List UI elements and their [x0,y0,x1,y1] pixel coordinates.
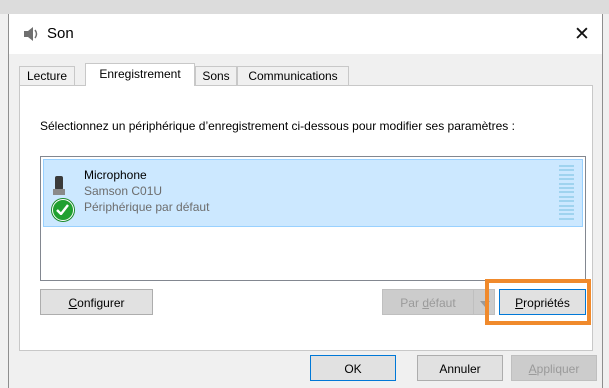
checkmark-icon [52,199,74,221]
level-segment [559,195,574,198]
level-segment [559,165,574,167]
mnemonic: d [422,296,429,310]
device-status: Périphérique par défaut [84,200,210,214]
level-segment [559,169,574,172]
tab-enregistrement[interactable]: Enregistrement [85,63,195,86]
close-button[interactable]: ✕ [568,20,596,48]
level-segment [559,178,574,181]
button-label: ropriétés [523,296,570,310]
background-window-strip [0,0,609,14]
device-model: Samson C01U [84,184,163,198]
tab-lecture[interactable]: Lecture [19,66,75,86]
tab-panel: Sélectionnez un périphérique d’enregistr… [19,85,593,351]
mnemonic: C [68,296,78,310]
apply-button[interactable]: Appliquer [511,355,597,381]
tab-label: Communications [248,69,338,83]
level-segment [559,209,574,212]
device-name: Microphone [84,168,147,182]
level-segment [559,182,574,185]
speaker-icon [24,27,38,41]
mnemonic: A [528,362,537,376]
level-meter [559,165,574,220]
list-item-microphone[interactable]: Microphone Samson C01U Périphérique par … [43,159,583,227]
level-segment [559,191,574,194]
tab-label: Sons [202,69,230,83]
level-segment [559,204,574,207]
button-label: éfaut [429,296,456,310]
level-segment [559,213,574,216]
title-bar[interactable]: Son ✕ [9,14,602,54]
button-label: Par [400,296,423,310]
button-label: ppliquer [536,362,580,376]
mnemonic: P [515,296,524,310]
tab-sons[interactable]: Sons [195,66,237,86]
level-segment [559,173,574,176]
window-title: Son [47,25,74,42]
level-segment [559,217,574,220]
button-label: onfigurer [77,296,125,310]
close-icon: ✕ [574,23,590,45]
sound-dialog: Son ✕ Lecture Enregistrement Sons Commun… [8,14,603,388]
tab-label: Lecture [26,69,68,83]
ok-button[interactable]: OK [310,355,396,381]
set-default-button[interactable]: Par défaut [382,289,474,315]
cancel-button[interactable]: Annuler [417,355,503,381]
tab-communications[interactable]: Communications [237,66,349,86]
level-segment [559,187,574,190]
instruction-text: Sélectionnez un périphérique d’enregistr… [40,119,515,133]
tab-label: Enregistrement [99,67,181,81]
properties-button[interactable]: Propriétés [499,289,586,315]
configure-button[interactable]: Configurer [40,289,153,315]
level-segment [559,200,574,203]
device-list[interactable]: Microphone Samson C01U Périphérique par … [40,156,586,281]
